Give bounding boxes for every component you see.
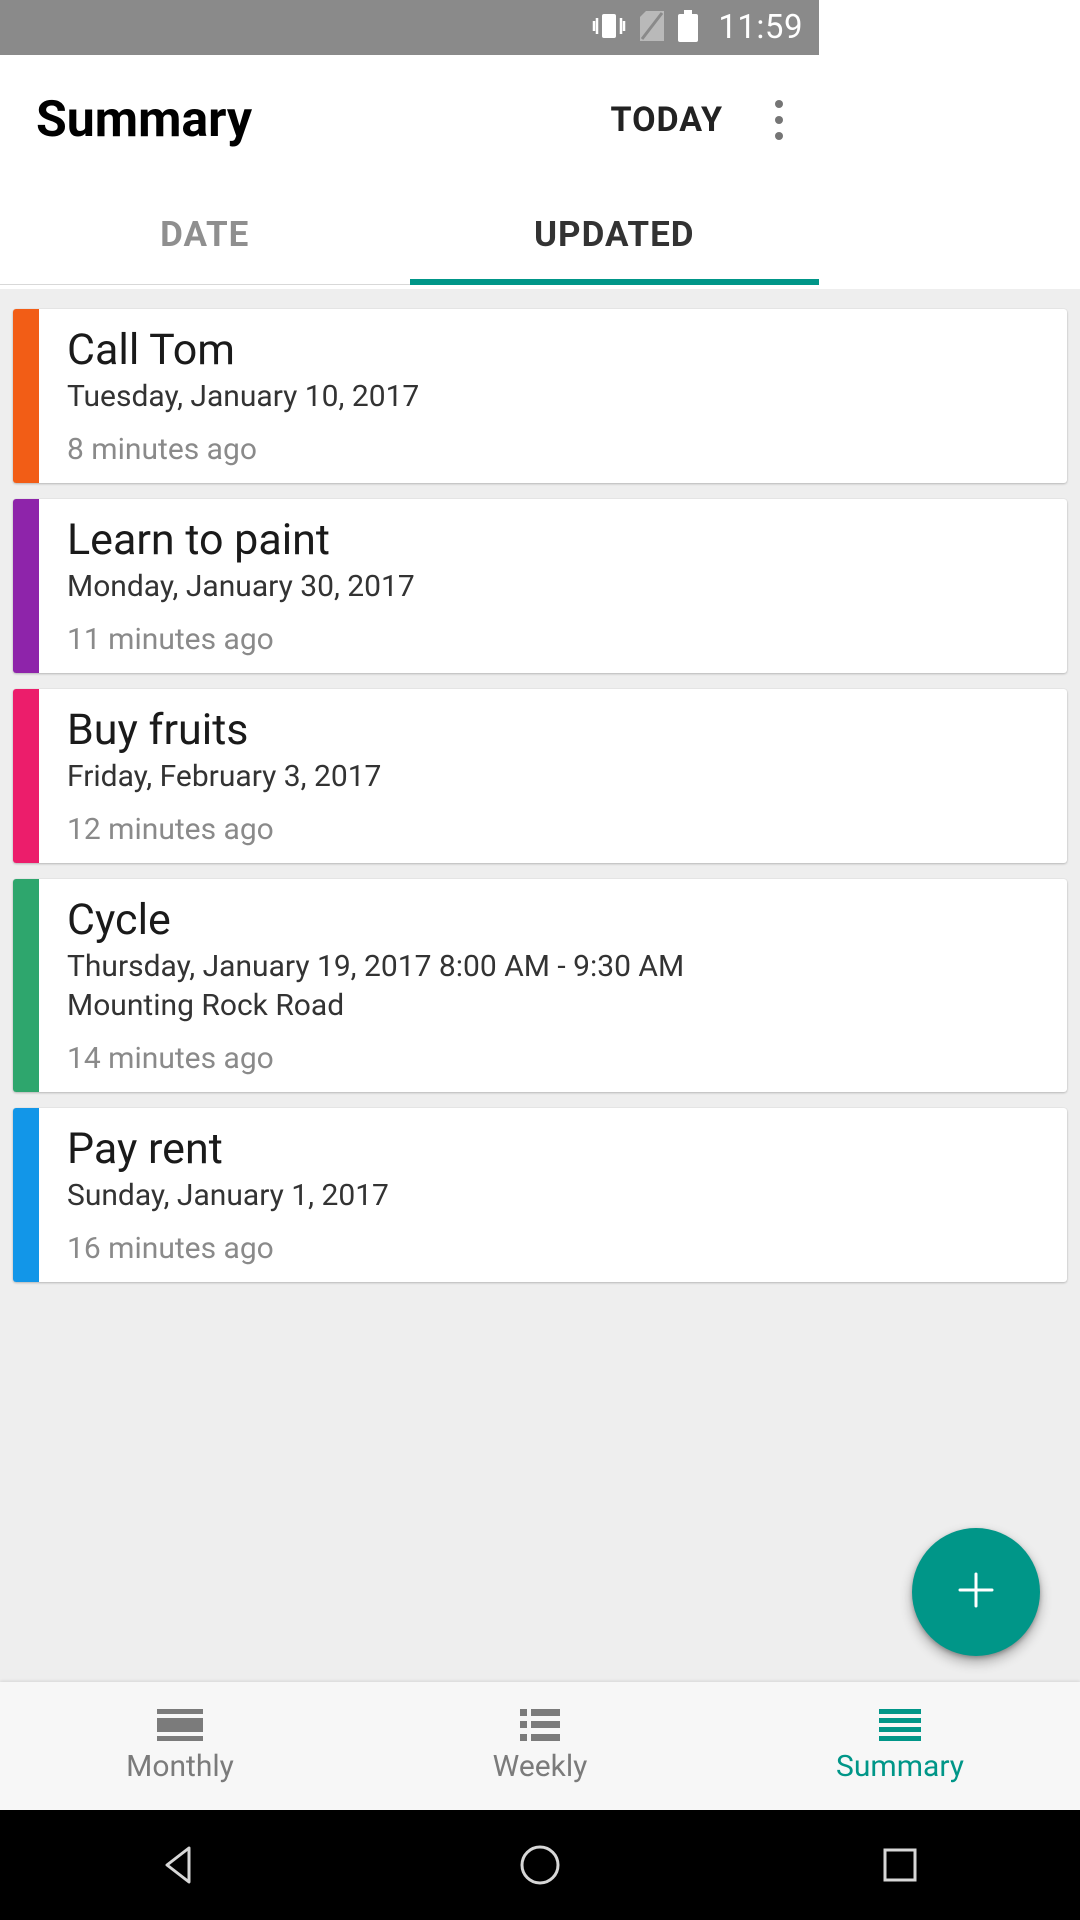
event-card-body: Cycle Thursday, January 19, 2017 8:00 AM … <box>39 879 1067 1092</box>
calendar-month-icon <box>157 1709 203 1741</box>
add-event-fab[interactable] <box>912 1528 1040 1656</box>
android-nav-bar <box>0 1810 1080 1920</box>
event-title: Learn to paint <box>67 515 1039 565</box>
calendar-week-icon <box>520 1709 560 1741</box>
event-date: Thursday, January 19, 2017 8:00 AM - 9:3… <box>67 949 1039 984</box>
event-updated: 14 minutes ago <box>67 1041 1039 1076</box>
event-updated: 16 minutes ago <box>67 1231 1039 1266</box>
event-date: Friday, February 3, 2017 <box>67 759 1039 794</box>
event-color-stripe <box>13 689 39 863</box>
tab-bar: DATE UPDATED <box>0 185 819 285</box>
plus-icon <box>954 1568 998 1616</box>
event-card-body: Learn to paint Monday, January 30, 2017 11… <box>39 499 1067 673</box>
no-sim-icon <box>640 11 664 45</box>
tab-updated[interactable]: UPDATED <box>410 185 820 284</box>
event-color-stripe <box>13 309 39 483</box>
back-button[interactable] <box>152 1837 208 1893</box>
event-location: Mounting Rock Road <box>67 988 1039 1023</box>
home-button[interactable] <box>512 1837 568 1893</box>
event-card[interactable]: Learn to paint Monday, January 30, 2017 11… <box>13 499 1067 673</box>
event-card-body: Buy fruits Friday, February 3, 2017 12 min… <box>39 689 1067 863</box>
event-date: Sunday, January 1, 2017 <box>67 1178 1039 1213</box>
event-date: Monday, January 30, 2017 <box>67 569 1039 604</box>
tab-date-label: DATE <box>160 214 249 255</box>
today-button[interactable]: TODAY <box>611 100 724 140</box>
event-title: Cycle <box>67 895 1039 945</box>
bottom-nav-summary-label: Summary <box>836 1749 964 1784</box>
bottom-nav: Monthly Weekly Summary <box>0 1682 1080 1810</box>
page-title: Summary <box>36 91 611 149</box>
event-list[interactable]: Call Tom Tuesday, January 10, 2017 8 minut… <box>0 289 1080 1682</box>
list-icon <box>879 1709 921 1741</box>
event-color-stripe <box>13 1108 39 1282</box>
battery-icon <box>678 10 698 46</box>
bottom-nav-weekly-label: Weekly <box>493 1749 588 1784</box>
status-icons <box>592 10 698 46</box>
status-bar: 11:59 <box>0 0 819 55</box>
bottom-nav-monthly-label: Monthly <box>126 1749 234 1784</box>
event-updated: 12 minutes ago <box>67 812 1039 847</box>
event-card[interactable]: Call Tom Tuesday, January 10, 2017 8 minut… <box>13 309 1067 483</box>
event-card-body: Call Tom Tuesday, January 10, 2017 8 minut… <box>39 309 1067 483</box>
event-updated: 11 minutes ago <box>67 622 1039 657</box>
event-card[interactable]: Cycle Thursday, January 19, 2017 8:00 AM … <box>13 879 1067 1092</box>
bottom-nav-weekly[interactable]: Weekly <box>360 1682 720 1810</box>
event-card[interactable]: Pay rent Sunday, January 1, 2017 16 minute… <box>13 1108 1067 1282</box>
vibrate-icon <box>592 12 626 44</box>
bottom-nav-monthly[interactable]: Monthly <box>0 1682 360 1810</box>
event-color-stripe <box>13 499 39 673</box>
tab-date[interactable]: DATE <box>0 185 410 284</box>
event-date: Tuesday, January 10, 2017 <box>67 379 1039 414</box>
event-title: Pay rent <box>67 1124 1039 1174</box>
bottom-nav-summary[interactable]: Summary <box>720 1682 1080 1810</box>
event-title: Buy fruits <box>67 705 1039 755</box>
recent-apps-button[interactable] <box>872 1837 928 1893</box>
event-card[interactable]: Buy fruits Friday, February 3, 2017 12 min… <box>13 689 1067 863</box>
overflow-menu-icon[interactable] <box>763 96 795 144</box>
event-title: Call Tom <box>67 325 1039 375</box>
event-color-stripe <box>13 879 39 1092</box>
status-clock: 11:59 <box>718 8 803 47</box>
event-card-body: Pay rent Sunday, January 1, 2017 16 minute… <box>39 1108 1067 1282</box>
event-updated: 8 minutes ago <box>67 432 1039 467</box>
tab-updated-label: UPDATED <box>534 214 695 255</box>
app-bar: Summary TODAY <box>0 55 819 185</box>
